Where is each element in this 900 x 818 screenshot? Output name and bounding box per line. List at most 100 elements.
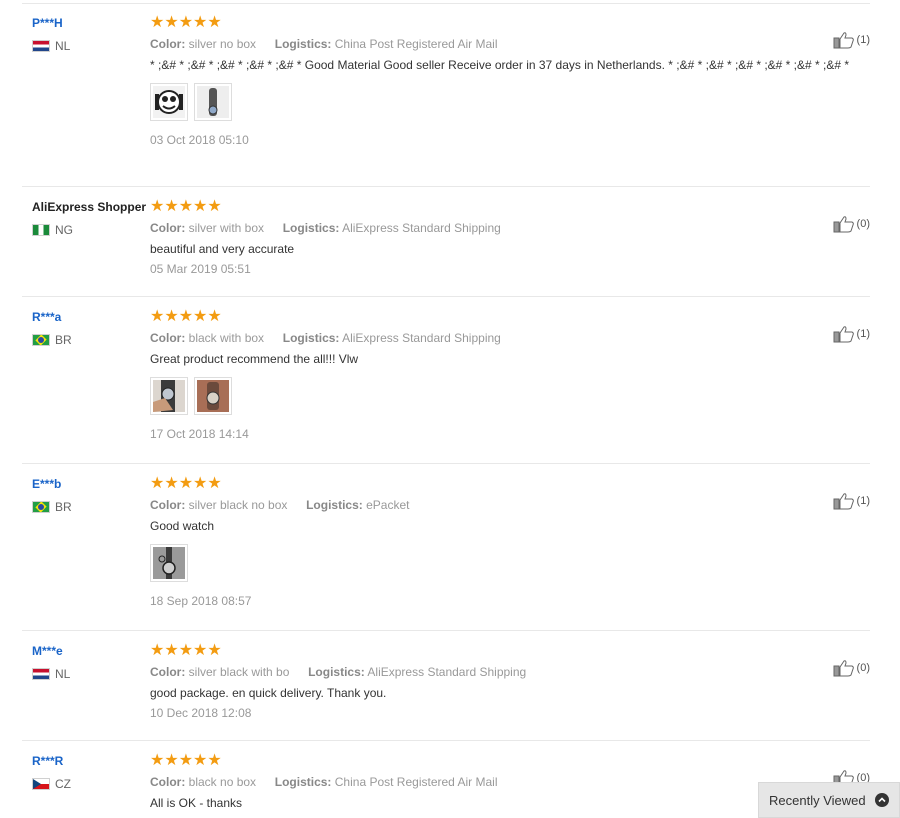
- review-photos: [150, 83, 750, 121]
- thumbs-up-icon: [833, 216, 854, 233]
- review-date: 03 Oct 2018 05:10: [150, 133, 249, 147]
- star-rating: ★★★★★: [150, 642, 222, 659]
- star-rating: ★★★★★: [150, 198, 222, 215]
- logistics-value: AliExpress Standard Shipping: [342, 331, 501, 345]
- helpful-count: (0): [856, 218, 870, 230]
- recently-viewed-button[interactable]: Recently Viewed: [758, 782, 900, 818]
- review-date: 10 Dec 2018 12:08: [150, 706, 252, 720]
- buyer-country: BR: [32, 333, 150, 347]
- watch-on-table-photo: [153, 547, 185, 579]
- thumbs-up-icon: [833, 326, 854, 343]
- thumbs-up-icon: [833, 32, 854, 49]
- flag-br-icon: [32, 334, 50, 346]
- review-text: good package. en quick delivery. Thank y…: [150, 686, 387, 700]
- logistics-value: China Post Registered Air Mail: [334, 37, 498, 51]
- country-code: NG: [55, 223, 73, 237]
- review-item: R***a BR ★★★★★ Color: black with box Log…: [22, 309, 870, 464]
- review-item: M***e NL ★★★★★ Color: silver black with …: [22, 643, 870, 741]
- review-photo-thumb[interactable]: [194, 83, 232, 121]
- logistics-label: Logistics:: [306, 498, 363, 512]
- review-attributes: Color: silver black no box Logistics: eP…: [150, 498, 750, 512]
- logistics-value: AliExpress Standard Shipping: [367, 665, 527, 679]
- cartoon-watch-photo: [153, 86, 185, 118]
- buyer-country: NL: [32, 39, 150, 53]
- buyer-info: R***a BR: [32, 309, 150, 347]
- logistics-value: ePacket: [366, 498, 410, 512]
- logistics-value: AliExpress Standard Shipping: [342, 221, 501, 235]
- buyer-info: M***e NL: [32, 643, 150, 681]
- buyer-name[interactable]: R***a: [32, 309, 150, 325]
- review-photo-thumb[interactable]: [194, 377, 232, 415]
- helpful-button[interactable]: (1): [833, 31, 870, 49]
- star-rating: ★★★★★: [150, 14, 222, 31]
- color-value: silver no box: [188, 37, 257, 51]
- country-code: NL: [55, 667, 71, 681]
- review-date: 05 Mar 2019 05:51: [150, 262, 251, 276]
- helpful-button[interactable]: (0): [833, 215, 870, 233]
- logistics-label: Logistics:: [282, 221, 340, 235]
- logistics-value: China Post Registered Air Mail: [334, 775, 498, 789]
- review-item: E***b BR ★★★★★ Color: silver black no bo…: [22, 476, 870, 631]
- helpful-count: (0): [856, 662, 870, 674]
- watch-closeup-photo: [197, 380, 229, 412]
- review-photos: [150, 377, 750, 415]
- color-label: Color:: [150, 331, 186, 345]
- flag-cz-icon: [32, 778, 50, 790]
- country-code: CZ: [55, 777, 71, 791]
- buyer-name[interactable]: M***e: [32, 643, 150, 659]
- helpful-button[interactable]: (1): [833, 325, 870, 343]
- buyer-info: AliExpress Shopper NG: [32, 199, 150, 237]
- top-divider: [22, 3, 870, 4]
- review-content: ★★★★★ Color: silver no box Logistics: Ch…: [150, 14, 849, 147]
- buyer-name[interactable]: R***R: [32, 753, 150, 769]
- buyer-name: AliExpress Shopper: [32, 200, 147, 214]
- star-rating: ★★★★★: [150, 475, 222, 492]
- color-label: Color:: [150, 498, 186, 512]
- color-value: silver black no box: [188, 498, 288, 512]
- review-text: Good watch: [150, 519, 215, 533]
- color-value: silver with box: [188, 221, 265, 235]
- color-value: black no box: [188, 775, 257, 789]
- helpful-button[interactable]: (0): [833, 659, 870, 677]
- country-code: BR: [55, 500, 72, 514]
- review-photo-thumb[interactable]: [150, 377, 188, 415]
- logistics-label: Logistics:: [308, 665, 365, 679]
- star-rating: ★★★★★: [150, 308, 222, 325]
- review-attributes: Color: silver with box Logistics: AliExp…: [150, 221, 750, 235]
- helpful-count: (1): [856, 328, 870, 340]
- review-text: Great product recommend the all!!! Vlw: [150, 352, 359, 366]
- review-photo-thumb[interactable]: [150, 83, 188, 121]
- star-rating: ★★★★★: [150, 752, 222, 769]
- helpful-button[interactable]: (1): [833, 492, 870, 510]
- buyer-name[interactable]: E***b: [32, 476, 150, 492]
- recently-viewed-label: Recently Viewed: [769, 792, 866, 808]
- buyer-country: NG: [32, 223, 150, 237]
- flag-ng-icon: [32, 224, 50, 236]
- color-value: black with box: [188, 331, 265, 345]
- buyer-country: BR: [32, 500, 150, 514]
- flag-nl-icon: [32, 668, 50, 680]
- color-value: silver black with bo: [188, 665, 290, 679]
- buyer-name[interactable]: P***H: [32, 15, 150, 31]
- review-attributes: Color: black with box Logistics: AliExpr…: [150, 331, 750, 345]
- color-label: Color:: [150, 665, 186, 679]
- logistics-label: Logistics:: [274, 37, 332, 51]
- review-item: P***H NL ★★★★★ Color: silver no box Logi…: [22, 15, 870, 187]
- review-text: * ;&# * ;&# * ;&# * ;&# * ;&# * Good Mat…: [150, 58, 850, 72]
- buyer-country: NL: [32, 667, 150, 681]
- watch-strap-photo: [197, 86, 229, 118]
- review-photo-thumb[interactable]: [150, 544, 188, 582]
- review-photos: [150, 544, 750, 582]
- helpful-count: (1): [856, 34, 870, 46]
- country-code: NL: [55, 39, 71, 53]
- thumbs-up-icon: [833, 660, 854, 677]
- review-content: ★★★★★ Color: black no box Logistics: Chi…: [150, 753, 750, 812]
- chevron-up-icon: [874, 793, 889, 807]
- review-content: ★★★★★ Color: black with box Logistics: A…: [150, 309, 750, 441]
- review-date: 18 Sep 2018 08:57: [150, 594, 252, 608]
- buyer-info: R***R CZ: [32, 753, 150, 791]
- review-content: ★★★★★ Color: silver black no box Logisti…: [150, 476, 750, 608]
- flag-br-icon: [32, 501, 50, 513]
- review-item: AliExpress Shopper NG ★★★★★ Color: silve…: [22, 199, 870, 297]
- buyer-info: P***H NL: [32, 15, 150, 53]
